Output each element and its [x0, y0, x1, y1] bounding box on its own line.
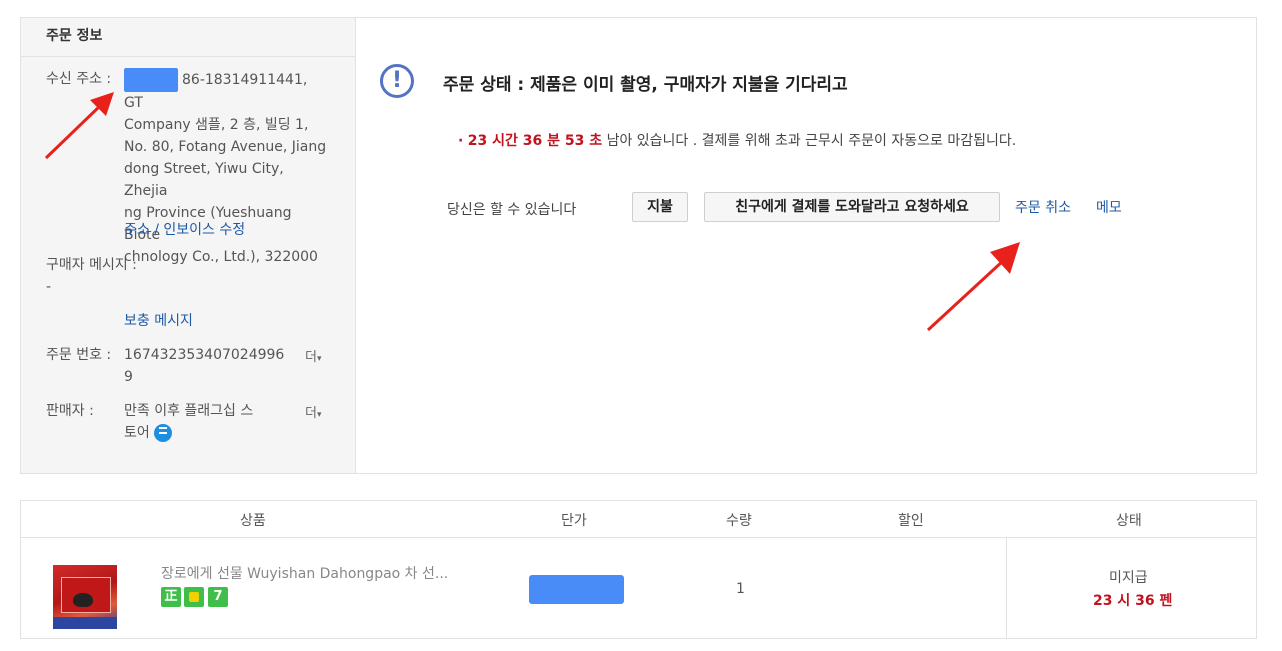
header-unit-price: 단가 [561, 513, 587, 529]
payment-status: 미지급 [1109, 570, 1148, 586]
status-countdown: 23 시 36 펜 [1093, 593, 1173, 609]
seller-label: 판매자 : [46, 403, 94, 419]
order-info-title: 주문 정보 [21, 18, 355, 57]
buyer-message-label: 구매자 메시지 : [46, 257, 137, 273]
chat-bubble-icon[interactable] [154, 424, 173, 442]
product-name-link[interactable]: 장로에게 선물 Wuyishan Dahongpao 차 선... [161, 563, 448, 583]
edit-address-link[interactable]: 주소 / 인보이스 수정 [124, 219, 245, 239]
header-status: 상태 [1116, 513, 1142, 529]
header-discount: 할인 [898, 513, 924, 529]
pay-button[interactable]: 지불 [632, 192, 688, 222]
address-label: 수신 주소 : [46, 71, 112, 87]
order-number-label: 주문 번호 : [46, 347, 112, 363]
header-quantity: 수량 [726, 513, 752, 529]
seven-day-return-badge: 7 [208, 587, 228, 607]
order-number-value: 167432353407024996 9 [124, 347, 285, 385]
exclamation-circle-icon: ! [380, 64, 414, 98]
ask-friend-to-pay-button[interactable]: 친구에게 결제를 도와달라고 요청하세요 [704, 192, 1000, 222]
header-product: 상품 [240, 513, 266, 529]
actions-label: 당신은 할 수 있습니다 [447, 202, 577, 218]
cancel-order-link[interactable]: 주문 취소 [1015, 197, 1071, 217]
genuine-badge: 正 [161, 587, 181, 607]
order-items-table: 상품 단가 수량 할인 상태 장로에게 선물 Wuyishan Dahongpa… [20, 500, 1257, 639]
memo-link[interactable]: 메모 [1096, 197, 1122, 217]
order-status-title: 주문 상태 : 제품은 이미 촬영, 구매자가 지불을 기다리고 [443, 75, 848, 95]
countdown-timer: 23 시간 36 분 53 초 [467, 133, 603, 149]
column-divider [1006, 537, 1007, 638]
redacted-unit-price [529, 575, 624, 604]
countdown-message: · 23 시간 36 분 53 초 남아 있습니다 . 결제를 위해 초과 근무… [458, 133, 1017, 149]
seller-more-toggle[interactable]: 더▾ [305, 402, 322, 421]
seller-value: 만족 이후 플래그십 스 토어 [124, 403, 254, 442]
product-thumbnail[interactable] [53, 565, 117, 629]
buyer-message-value: - [46, 279, 52, 295]
supplement-message-link[interactable]: 보충 메시지 [124, 310, 193, 330]
order-info-sidebar: 주문 정보 수신 주소 : 86-18314911441, GT Company… [21, 18, 356, 473]
quantity-value: 1 [736, 581, 745, 597]
redacted-name [124, 68, 178, 92]
table-header: 상품 단가 수량 할인 상태 [21, 501, 1256, 538]
guarantee-badge-icon [184, 587, 204, 607]
caret-down-icon: ▾ [316, 410, 322, 420]
caret-down-icon: ▾ [316, 354, 322, 364]
order-number-more-toggle[interactable]: 더▾ [305, 346, 322, 365]
